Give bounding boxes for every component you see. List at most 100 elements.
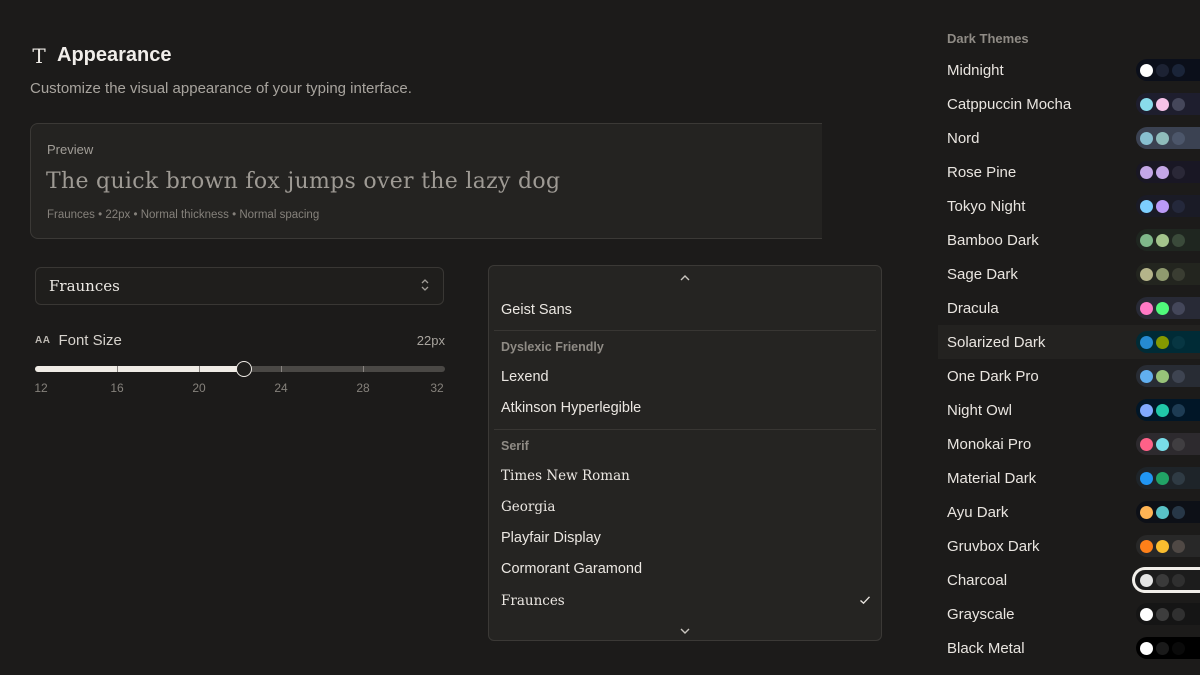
theme-swatch (1136, 433, 1200, 455)
theme-swatch (1136, 603, 1200, 625)
theme-swatch (1136, 535, 1200, 557)
color-dot (1172, 369, 1185, 383)
theme-option[interactable]: Night Owl (938, 393, 1200, 427)
theme-name: Black Metal (947, 639, 1025, 657)
color-dot (1156, 165, 1169, 179)
theme-swatch (1132, 567, 1200, 593)
font-family-select[interactable]: Fraunces (35, 267, 444, 305)
theme-option[interactable]: Sage Dark (938, 257, 1200, 291)
color-dot (1156, 573, 1169, 587)
theme-name: Grayscale (947, 605, 1015, 623)
color-dot (1156, 641, 1169, 655)
dropdown-option-label: Fraunces (501, 593, 565, 609)
color-dot (1140, 97, 1153, 111)
color-dot (1156, 505, 1169, 519)
theme-swatch (1136, 399, 1200, 421)
dropdown-option[interactable]: Georgia (501, 499, 871, 515)
color-dot (1172, 437, 1185, 451)
dropdown-separator (494, 330, 876, 331)
color-dot (1156, 301, 1169, 315)
color-dot (1140, 403, 1153, 417)
color-dot (1172, 63, 1185, 77)
theme-swatch (1136, 467, 1200, 489)
color-dot (1156, 131, 1169, 145)
color-dot (1140, 301, 1153, 315)
theme-option[interactable]: Nord (938, 121, 1200, 155)
theme-option[interactable]: Bamboo Dark (938, 223, 1200, 257)
theme-option[interactable]: Monokai Pro (938, 427, 1200, 461)
color-dot (1140, 539, 1153, 553)
theme-name: Catppuccin Mocha (947, 95, 1072, 113)
slider-tick (363, 366, 364, 372)
themes-heading: Dark Themes (947, 31, 1029, 46)
theme-option[interactable]: Solarized Dark (938, 325, 1200, 359)
slider-tick-label: 20 (192, 381, 206, 395)
theme-option[interactable]: Black Metal (938, 631, 1200, 665)
color-dot (1172, 403, 1185, 417)
color-dot (1140, 471, 1153, 485)
preview-sample-text: The quick brown fox jumps over the lazy … (46, 169, 561, 194)
dropdown-option-label: Lexend (501, 369, 549, 385)
theme-name: Bamboo Dark (947, 231, 1039, 249)
color-dot (1172, 471, 1185, 485)
page-header: T Appearance (30, 44, 171, 67)
font-size-row: AA Font Size 22px (35, 330, 445, 350)
color-dot (1140, 165, 1153, 179)
dropdown-option[interactable]: Atkinson Hyperlegible (501, 400, 871, 416)
dropdown-option[interactable]: Playfair Display (501, 530, 871, 546)
dropdown-option[interactable]: Times New Roman (501, 468, 871, 484)
theme-name: Monokai Pro (947, 435, 1032, 453)
color-dot (1156, 539, 1169, 553)
color-dot (1140, 505, 1153, 519)
theme-option[interactable]: Catppuccin Mocha (938, 87, 1200, 121)
dropdown-option[interactable]: Cormorant Garamond (501, 561, 871, 577)
color-dot (1156, 471, 1169, 485)
scroll-up-icon[interactable] (489, 272, 881, 284)
theme-option[interactable]: One Dark Pro (938, 359, 1200, 393)
theme-option[interactable]: Grayscale (938, 597, 1200, 631)
slider-tick-label: 32 (430, 381, 444, 395)
theme-option[interactable]: Material Dark (938, 461, 1200, 495)
theme-option[interactable]: Charcoal (938, 563, 1200, 597)
color-dot (1172, 165, 1185, 179)
color-dot (1172, 97, 1185, 111)
chevron-up-down-icon (420, 278, 430, 295)
font-size-slider-thumb[interactable] (236, 361, 252, 377)
color-dot (1140, 267, 1153, 281)
slider-tick (281, 366, 282, 372)
theme-option[interactable]: Rose Pine (938, 155, 1200, 189)
font-family-dropdown[interactable]: Geist Sans Dyslexic Friendly Lexend Atkinso… (488, 265, 882, 641)
preview-label: Preview (47, 142, 94, 157)
color-dot (1156, 369, 1169, 383)
theme-option[interactable]: Dracula (938, 291, 1200, 325)
theme-swatch (1136, 263, 1200, 285)
theme-swatch (1136, 297, 1200, 319)
scroll-down-icon[interactable] (489, 625, 881, 637)
dropdown-option-label: Playfair Display (501, 530, 601, 546)
theme-option[interactable]: Gruvbox Dark (938, 529, 1200, 563)
slider-tick-label: 12 (34, 381, 48, 395)
dropdown-separator (494, 429, 876, 430)
font-size-slider[interactable] (35, 361, 445, 377)
color-dot (1140, 335, 1153, 349)
dropdown-option[interactable]: Fraunces (501, 593, 871, 609)
dropdown-option[interactable]: Geist Sans (501, 302, 871, 318)
color-dot (1140, 641, 1153, 655)
font-size-value: 22px (416, 332, 445, 348)
theme-name: Ayu Dark (947, 503, 1009, 521)
slider-tick-label: 16 (110, 381, 124, 395)
slider-tick-label: 24 (274, 381, 288, 395)
theme-name: Night Owl (947, 401, 1013, 419)
font-size-icon: AA (35, 334, 51, 346)
theme-name: Material Dark (947, 469, 1037, 487)
theme-option[interactable]: Ayu Dark (938, 495, 1200, 529)
theme-option[interactable]: Midnight (938, 53, 1200, 87)
dropdown-option[interactable]: Lexend (501, 369, 871, 385)
color-dot (1172, 641, 1185, 655)
theme-name: Solarized Dark (947, 333, 1046, 351)
theme-swatch (1136, 637, 1200, 659)
color-dot (1140, 607, 1153, 621)
theme-option[interactable]: Tokyo Night (938, 189, 1200, 223)
dropdown-option-label: Geist Sans (501, 302, 572, 318)
color-dot (1172, 539, 1185, 553)
